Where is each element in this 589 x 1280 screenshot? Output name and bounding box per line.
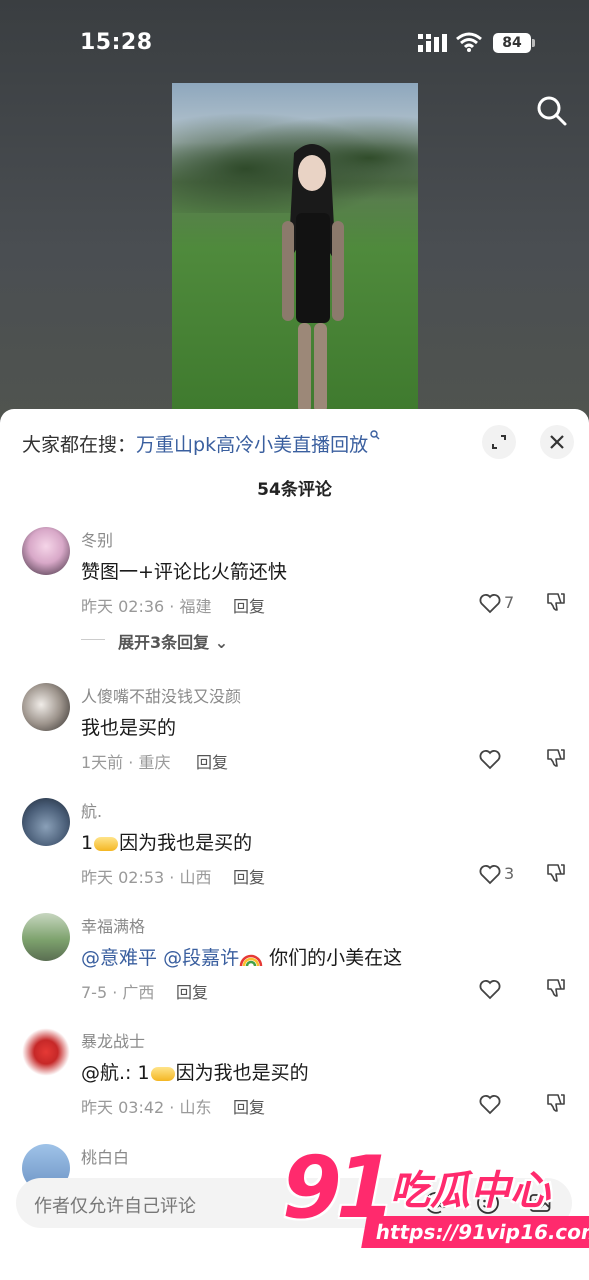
trending-search-prefix: 大家都在搜： (22, 434, 137, 456)
comment-text[interactable]: 我也是买的 (81, 713, 176, 740)
comment-meta: 昨天 02:36 · 福建 (81, 597, 212, 616)
trending-search[interactable]: 大家都在搜：万重山pk高冷小美直播回放 (22, 430, 380, 457)
comment-item: 人傻嘴不甜没钱又没颜 我也是买的 1天前 · 重庆 回复 (0, 683, 589, 793)
mention-link[interactable]: @段嘉许 (163, 947, 239, 969)
comment-username[interactable]: 冬别 (81, 527, 113, 551)
reply-button[interactable]: 回复 (233, 864, 265, 888)
comment-item: 冬别 赞图一+评论比火箭还快 昨天 02:36 · 福建 回复 7 展开3条回复… (0, 527, 589, 652)
watermark: 91 吃瓜中心 https://91vip16.com (282, 1140, 589, 1252)
coin-emoji (94, 836, 119, 851)
person-figure (282, 144, 344, 413)
heart-icon[interactable] (478, 591, 502, 615)
avatar[interactable] (22, 527, 70, 575)
search-icon[interactable] (535, 94, 569, 128)
heart-icon[interactable] (478, 862, 502, 886)
coin-emoji (150, 1066, 175, 1081)
comment-text[interactable]: @航.: 1 因为我也是买的 (81, 1058, 309, 1085)
comment-username[interactable]: 暴龙战士 (81, 1028, 145, 1052)
comment-meta: 1天前 · 重庆 (81, 753, 171, 772)
close-icon (550, 435, 564, 449)
reply-button[interactable]: 回复 (176, 979, 208, 1003)
comment-text-suffix: 你们的小美在这 (269, 947, 403, 969)
comment-text-prefix: @航.: 1 (81, 1062, 150, 1084)
expand-icon (492, 435, 506, 449)
comment-item: 航. 1 因为我也是买的 昨天 02:53 · 山西 回复 3 (0, 798, 589, 908)
mention-link[interactable]: @意难平 (81, 947, 157, 969)
wifi-icon (456, 32, 482, 52)
heart-icon[interactable] (478, 747, 502, 771)
comment-text[interactable]: 赞图一+评论比火箭还快 (81, 557, 287, 584)
avatar[interactable] (22, 913, 70, 961)
reply-button[interactable]: 回复 (233, 1094, 265, 1118)
chevron-down-icon: ⌄ (209, 633, 229, 652)
comment-text-prefix: 1 (81, 832, 94, 854)
status-bar: 15:28 84 (0, 0, 589, 80)
comment-input-placeholder: 作者仅允许自己评论 (34, 1196, 196, 1217)
reply-button[interactable]: 回复 (233, 593, 265, 617)
expand-replies-button[interactable]: 展开3条回复 ⌄ (118, 629, 228, 653)
heart-icon[interactable] (478, 1092, 502, 1116)
battery-cap (532, 39, 535, 47)
comment-text[interactable]: @意难平 @段嘉许 你们的小美在这 (81, 943, 402, 970)
expand-button[interactable] (482, 425, 516, 459)
comment-text[interactable]: 1 因为我也是买的 (81, 828, 252, 855)
reply-button[interactable]: 回复 (196, 749, 228, 773)
expand-replies-label: 展开3条回复 (118, 633, 210, 652)
comment-meta: 昨天 03:42 · 山东 (81, 1098, 212, 1117)
battery-level: 84 (493, 33, 531, 53)
comment-username[interactable]: 航. (81, 798, 102, 822)
dislike-icon[interactable] (545, 591, 567, 613)
comment-item: 幸福满格 @意难平 @段嘉许 你们的小美在这 7-5 · 广西 回复 (0, 913, 589, 1023)
comment-meta: 昨天 02:53 · 山西 (81, 868, 212, 887)
dislike-icon[interactable] (545, 1092, 567, 1114)
heart-icon[interactable] (478, 977, 502, 1001)
rainbow-emoji (239, 954, 263, 966)
comment-username[interactable]: 幸福满格 (81, 913, 145, 937)
sheet-header: 大家都在搜：万重山pk高冷小美直播回放 (0, 409, 589, 469)
watermark-text: 吃瓜中心 (390, 1168, 550, 1214)
comment-meta: 7-5 · 广西 (81, 983, 155, 1002)
video-thumbnail[interactable] (172, 83, 418, 413)
avatar[interactable] (22, 683, 70, 731)
like-count: 3 (504, 864, 515, 883)
like-count: 7 (504, 593, 515, 612)
video-area: 15:28 84 (0, 0, 589, 420)
dislike-icon[interactable] (545, 977, 567, 999)
status-time: 15:28 (80, 30, 153, 55)
comment-text-suffix: 因为我也是买的 (175, 1062, 309, 1084)
close-button[interactable] (540, 425, 574, 459)
comment-count: 54条评论 (257, 480, 332, 500)
comment-username[interactable]: 人傻嘴不甜没钱又没颜 (81, 683, 241, 707)
avatar[interactable] (22, 798, 70, 846)
comment-text-suffix: 因为我也是买的 (119, 832, 253, 854)
dislike-icon[interactable] (545, 862, 567, 884)
trending-search-keyword[interactable]: 万重山pk高冷小美直播回放 (136, 434, 368, 456)
battery-icon: 84 (493, 33, 535, 53)
dislike-icon[interactable] (545, 747, 567, 769)
comment-item: 暴龙战士 @航.: 1 因为我也是买的 昨天 03:42 · 山东 回复 (0, 1028, 589, 1138)
expand-divider (81, 639, 105, 640)
comment-username[interactable]: 桃白白 (81, 1144, 129, 1168)
mini-search-icon (370, 430, 380, 440)
signal-icon (418, 34, 447, 52)
avatar[interactable] (22, 1028, 70, 1076)
watermark-url: https://91vip16.com (361, 1216, 589, 1248)
